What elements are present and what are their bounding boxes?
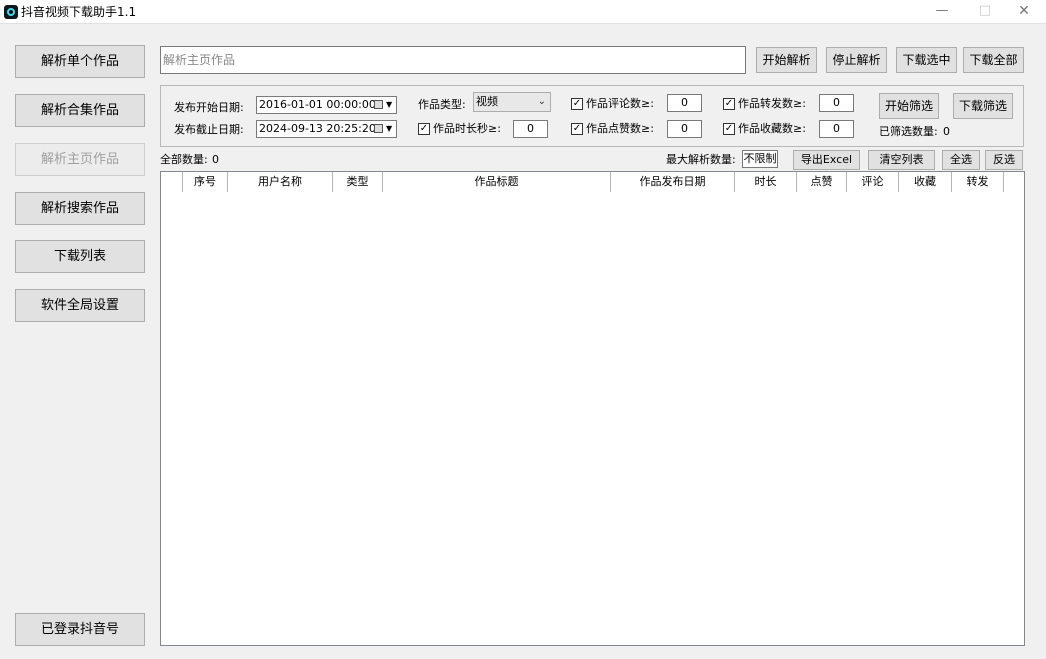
start-parse-button[interactable]: 开始解析 xyxy=(756,47,817,73)
shares-label: 作品转发数≥: xyxy=(738,97,806,110)
comments-label: 作品评论数≥: xyxy=(586,97,654,110)
select-all-button[interactable]: 全选 xyxy=(942,150,980,170)
favorites-input[interactable]: 0 xyxy=(819,120,854,138)
column-header-favorites[interactable]: 收藏 xyxy=(899,172,952,192)
end-date-label: 发布截止日期: xyxy=(174,123,244,136)
column-header-filler xyxy=(1004,172,1024,192)
likes-checkbox[interactable]: ✓ xyxy=(571,123,583,135)
column-header-type[interactable]: 类型 xyxy=(333,172,383,192)
minimize-button[interactable]: — xyxy=(920,0,964,24)
max-parse-label: 最大解析数量: xyxy=(666,153,736,166)
download-selected-button[interactable]: 下载选中 xyxy=(896,47,957,73)
column-header-username[interactable]: 用户名称 xyxy=(228,172,333,192)
sidebar-download-list-button[interactable]: 下载列表 xyxy=(15,240,145,273)
filtered-count-value: 0 xyxy=(943,125,950,138)
favorites-checkbox[interactable]: ✓ xyxy=(723,123,735,135)
sidebar-parse-single-button[interactable]: 解析单个作品 xyxy=(15,45,145,78)
export-excel-button[interactable]: 导出Excel xyxy=(793,150,860,170)
filtered-count-label: 已筛选数量: xyxy=(879,125,938,138)
favorites-label: 作品收藏数≥: xyxy=(738,122,806,135)
start-date-value: 2016-01-01 00:00:00 xyxy=(259,98,376,111)
comments-input[interactable]: 0 xyxy=(667,94,702,112)
sidebar-global-settings-button[interactable]: 软件全局设置 xyxy=(15,289,145,322)
shares-checkbox[interactable]: ✓ xyxy=(723,98,735,110)
total-count-value: 0 xyxy=(212,153,219,166)
title-bar: 抖音视频下载助手1.1 — □ ✕ xyxy=(0,0,1046,24)
comments-checkbox[interactable]: ✓ xyxy=(571,98,583,110)
download-all-button[interactable]: 下载全部 xyxy=(963,47,1024,73)
table-header: 序号 用户名称 类型 作品标题 作品发布日期 时长 点赞 评论 收藏 转发 xyxy=(161,172,1024,192)
sidebar-parse-search-button[interactable]: 解析搜索作品 xyxy=(15,192,145,225)
start-date-picker[interactable]: 2016-01-01 00:00:00 ▼ xyxy=(256,96,397,114)
end-date-picker[interactable]: 2024-09-13 20:25:20 ▼ xyxy=(256,120,397,138)
calendar-dropdown-icon[interactable]: ▼ xyxy=(374,99,394,111)
column-header-duration[interactable]: 时长 xyxy=(735,172,797,192)
logged-in-account-button[interactable]: 已登录抖音号 xyxy=(15,613,145,646)
start-filter-button[interactable]: 开始筛选 xyxy=(879,93,939,119)
column-header-publish-date[interactable]: 作品发布日期 xyxy=(611,172,735,192)
column-header-shares[interactable]: 转发 xyxy=(952,172,1004,192)
window-title: 抖音视频下载助手1.1 xyxy=(21,5,137,19)
column-header-comments[interactable]: 评论 xyxy=(847,172,899,192)
column-header-checkbox[interactable] xyxy=(161,172,183,192)
download-filter-button[interactable]: 下载筛选 xyxy=(953,93,1013,119)
duration-label: 作品时长秒≥: xyxy=(433,122,501,135)
sidebar-parse-homepage-button[interactable]: 解析主页作品 xyxy=(15,143,145,176)
works-table[interactable]: 序号 用户名称 类型 作品标题 作品发布日期 时长 点赞 评论 收藏 转发 xyxy=(160,171,1025,646)
stop-parse-button[interactable]: 停止解析 xyxy=(826,47,887,73)
app-logo-icon xyxy=(4,5,18,19)
end-date-value: 2024-09-13 20:25:20 xyxy=(259,122,376,135)
sidebar-parse-collection-button[interactable]: 解析合集作品 xyxy=(15,94,145,127)
homepage-url-input[interactable]: 解析主页作品 xyxy=(160,46,746,74)
likes-label: 作品点赞数≥: xyxy=(586,122,654,135)
close-button[interactable]: ✕ xyxy=(1002,0,1046,24)
filter-panel: 发布开始日期: 2016-01-01 00:00:00 ▼ 发布截止日期: 20… xyxy=(160,85,1024,147)
duration-checkbox[interactable]: ✓ xyxy=(418,123,430,135)
column-header-title[interactable]: 作品标题 xyxy=(383,172,611,192)
column-header-likes[interactable]: 点赞 xyxy=(797,172,847,192)
chevron-down-icon: ⌄ xyxy=(537,96,546,107)
work-type-label: 作品类型: xyxy=(418,98,466,111)
start-date-label: 发布开始日期: xyxy=(174,101,244,114)
clear-list-button[interactable]: 清空列表 xyxy=(868,150,935,170)
max-parse-input[interactable]: 不限制 xyxy=(742,150,778,168)
shares-input[interactable]: 0 xyxy=(819,94,854,112)
work-type-select[interactable]: 视频 ⌄ xyxy=(473,92,551,112)
total-count-label: 全部数量: xyxy=(160,153,208,166)
column-header-index[interactable]: 序号 xyxy=(183,172,228,192)
maximize-button[interactable]: □ xyxy=(963,0,1007,24)
invert-select-button[interactable]: 反选 xyxy=(985,150,1023,170)
duration-input[interactable]: 0 xyxy=(513,120,548,138)
likes-input[interactable]: 0 xyxy=(667,120,702,138)
calendar-dropdown-icon[interactable]: ▼ xyxy=(374,123,394,135)
